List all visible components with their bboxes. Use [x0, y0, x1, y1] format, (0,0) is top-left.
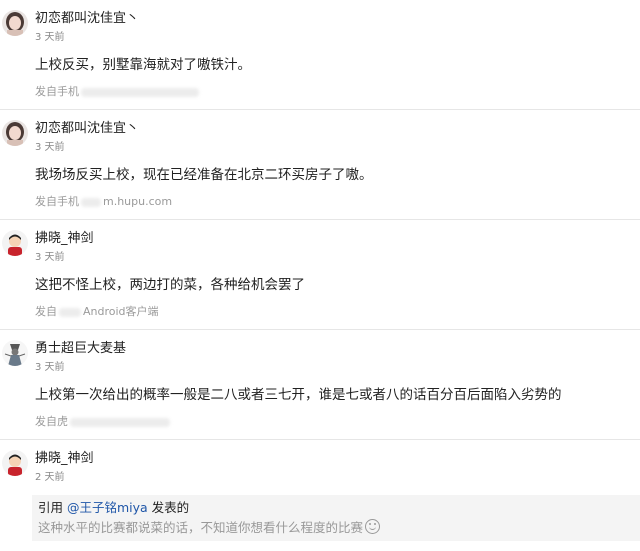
avatar[interactable] [2, 230, 28, 256]
comment-text: 我场场反买上校，现在已经准备在北京二环买房子了嗷。 [35, 167, 373, 183]
quote-suffix: 发表的 [147, 500, 190, 515]
avatar[interactable] [2, 340, 28, 366]
smile-emoji-icon [365, 519, 381, 534]
source-tail: m.hupu.com [103, 195, 173, 208]
source-label: 发自虎 [35, 415, 68, 428]
source-label: 发自手机 [35, 85, 79, 98]
comment-username[interactable]: 初恋都叫沈佳宜丶 [35, 120, 139, 138]
comment-source: 发自虎 [35, 414, 170, 430]
redacted-area [70, 417, 170, 427]
comment-text: 上校反买，别墅靠海就对了嗷铁汁。 [35, 57, 251, 73]
redacted-area [81, 87, 199, 97]
comment-item: 拂晓_神剑 2 天前 引用 @王子铭miya 发表的 这种水平的比赛都说菜的话，… [0, 440, 640, 551]
comment-username[interactable]: 初恋都叫沈佳宜丶 [35, 10, 139, 28]
quote-block: 引用 @王子铭miya 发表的 这种水平的比赛都说菜的话，不知道你想看什么程度的… [32, 495, 640, 541]
comment-item: 拂晓_神剑 3 天前 这把不怪上校，两边打的菜，各种给机会罢了 发自 Androi… [0, 220, 640, 330]
avatar[interactable] [2, 450, 28, 476]
comment-username[interactable]: 勇士超巨大麦基 [35, 340, 126, 358]
comment-username[interactable]: 拂晓_神剑 [35, 450, 94, 468]
redacted-area [59, 307, 81, 317]
quote-body-text: 这种水平的比赛都说菜的话，不知道你想看什么程度的比赛 [38, 520, 364, 535]
source-label: 发自手机 [35, 195, 79, 208]
comment-text: 上校第一次给出的概率一般是二八或者三七开，谁是七或者八的话百分百后面陷入劣势的 [35, 387, 562, 403]
comment-timestamp: 3 天前 [35, 252, 65, 263]
comment-item: 初恋都叫沈佳宜丶 3 天前 上校反买，别墅靠海就对了嗷铁汁。 发自手机 [0, 0, 640, 110]
avatar[interactable] [2, 10, 28, 36]
avatar[interactable] [2, 120, 28, 146]
comment-timestamp: 2 天前 [35, 472, 65, 483]
comment-username[interactable]: 拂晓_神剑 [35, 230, 94, 248]
quote-header: 引用 @王子铭miya 发表的 [38, 499, 189, 517]
comment-source: 发自手机 [35, 84, 199, 100]
quote-prefix: 引用 [38, 500, 67, 515]
quoted-user-link[interactable]: @王子铭miya [67, 500, 148, 515]
comment-timestamp: 3 天前 [35, 32, 65, 43]
source-label: 发自 [35, 305, 57, 318]
comment-item: 初恋都叫沈佳宜丶 3 天前 我场场反买上校，现在已经准备在北京二环买房子了嗷。 … [0, 110, 640, 220]
comment-item: 勇士超巨大麦基 3 天前 上校第一次给出的概率一般是二八或者三七开，谁是七或者八… [0, 330, 640, 440]
comment-text: 这把不怪上校，两边打的菜，各种给机会罢了 [35, 277, 305, 293]
comment-source: 发自手机 m.hupu.com [35, 194, 172, 210]
quote-text: 这种水平的比赛都说菜的话，不知道你想看什么程度的比赛 [38, 519, 381, 537]
redacted-area [81, 197, 101, 207]
comment-timestamp: 3 天前 [35, 142, 65, 153]
source-tail: Android客户端 [83, 305, 159, 318]
comment-timestamp: 3 天前 [35, 362, 65, 373]
comment-source: 发自 Android客户端 [35, 304, 159, 320]
